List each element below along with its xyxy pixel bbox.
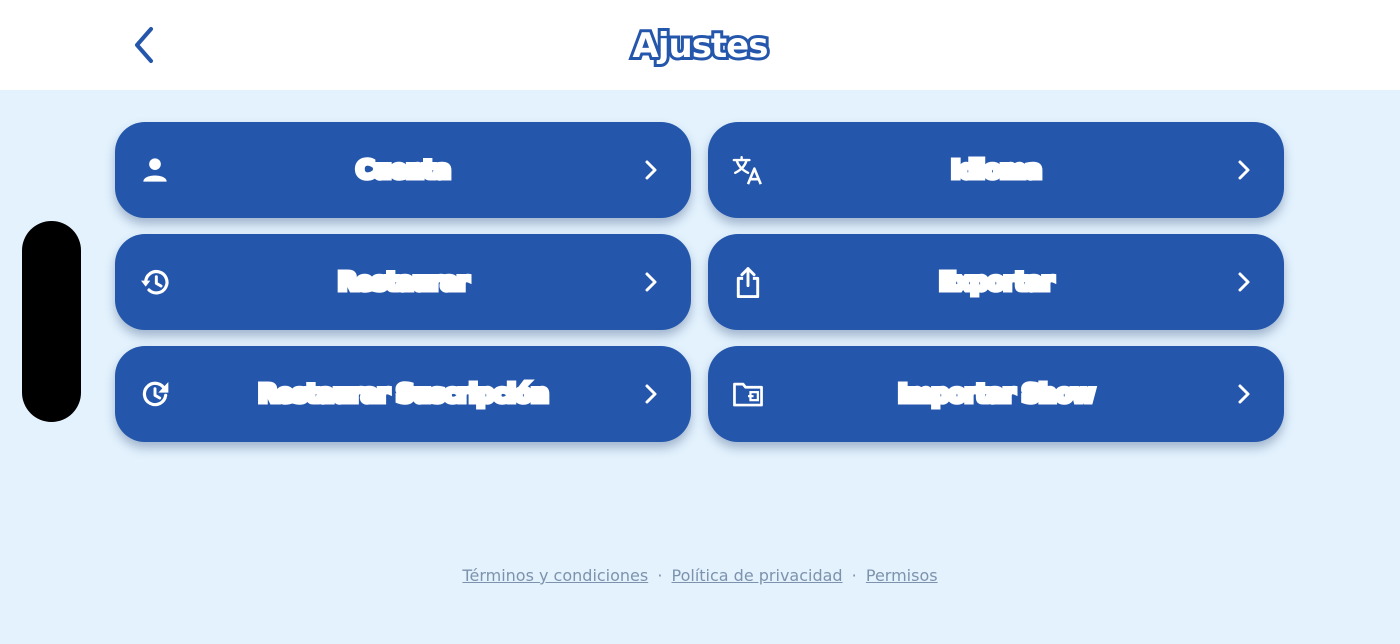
separator: · bbox=[657, 566, 663, 585]
idioma-label: Idioma bbox=[949, 153, 1045, 187]
header-bar: Ajustes bbox=[0, 0, 1400, 90]
terms-link[interactable]: Términos y condiciones bbox=[462, 566, 648, 585]
importar-show-label: Importar Show bbox=[896, 377, 1098, 411]
chevron-right-icon bbox=[1238, 160, 1250, 180]
importar-show-button[interactable]: Importar Show bbox=[708, 346, 1284, 442]
chevron-right-icon bbox=[1238, 272, 1250, 292]
permissions-link[interactable]: Permisos bbox=[866, 566, 938, 585]
chevron-right-icon bbox=[645, 160, 657, 180]
chevron-right-icon bbox=[1238, 384, 1250, 404]
exportar-button[interactable]: Exportar bbox=[708, 234, 1284, 330]
cuenta-button[interactable]: Cuenta bbox=[115, 122, 691, 218]
separator: · bbox=[851, 566, 857, 585]
cuenta-label: Cuenta bbox=[354, 153, 454, 187]
page-title: Ajustes bbox=[630, 23, 772, 69]
chevron-right-icon bbox=[645, 272, 657, 292]
chevron-right-icon bbox=[645, 384, 657, 404]
restaurar-label: Restaurar bbox=[335, 265, 471, 299]
restaurar-suscripcion-label: Restaurar Suscripción bbox=[256, 377, 552, 411]
idioma-button[interactable]: Idioma bbox=[708, 122, 1284, 218]
restaurar-button[interactable]: Restaurar bbox=[115, 234, 691, 330]
exportar-label: Exportar bbox=[937, 265, 1057, 299]
restaurar-suscripcion-button[interactable]: Restaurar Suscripción bbox=[115, 346, 691, 442]
privacy-link[interactable]: Política de privacidad bbox=[672, 566, 843, 585]
footer-links: Términos y condiciones · Política de pri… bbox=[0, 566, 1400, 594]
side-handle[interactable] bbox=[22, 221, 81, 422]
